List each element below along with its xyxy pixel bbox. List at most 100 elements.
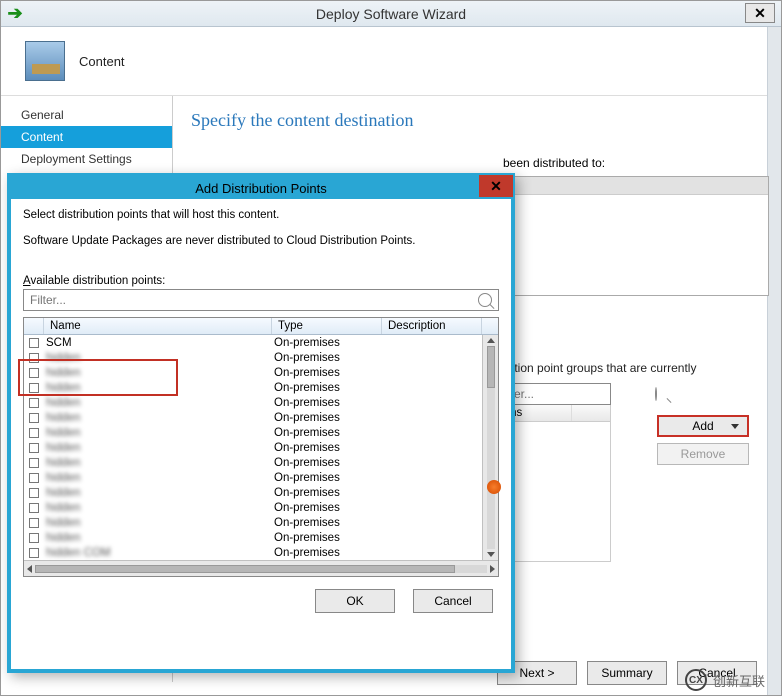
- scroll-down-icon[interactable]: [487, 552, 495, 557]
- dp-row-checkbox[interactable]: [24, 473, 44, 483]
- add-button[interactable]: Add: [657, 415, 749, 437]
- dp-row-name: hidden COM: [44, 547, 272, 559]
- dp-row[interactable]: hiddenOn-premises: [24, 470, 482, 485]
- dp-row-type: On-premises: [272, 352, 382, 364]
- dp-col-type[interactable]: Type: [272, 318, 382, 334]
- dp-row-type: On-premises: [272, 457, 382, 469]
- dp-row-name: hidden: [44, 457, 272, 469]
- dp-col-name[interactable]: Name: [44, 318, 272, 334]
- dp-row-type: On-premises: [272, 382, 382, 394]
- dp-row-type: On-premises: [272, 517, 382, 529]
- dialog-buttons: OK Cancel: [11, 577, 511, 625]
- summary-button[interactable]: Summary: [587, 661, 667, 685]
- remove-button: Remove: [657, 443, 749, 465]
- scroll-up-icon[interactable]: [487, 338, 495, 343]
- dp-row-checkbox[interactable]: [24, 398, 44, 408]
- title-bar: ➔ Deploy Software Wizard ✕: [1, 1, 781, 27]
- collections-hint: tribution point groups that are currentl…: [491, 361, 753, 375]
- dp-row-type: On-premises: [272, 547, 382, 559]
- dp-row-type: On-premises: [272, 412, 382, 424]
- hscroll-thumb[interactable]: [35, 565, 455, 573]
- watermark-logo-icon: CX: [685, 669, 707, 691]
- dp-row-name: hidden: [44, 487, 272, 499]
- dp-row-type: On-premises: [272, 367, 382, 379]
- dp-row[interactable]: hiddenOn-premises: [24, 485, 482, 500]
- dp-table: Name Type Description SCMOn-premiseshidd…: [23, 317, 499, 577]
- dp-row-type: On-premises: [272, 502, 382, 514]
- dp-row[interactable]: hiddenOn-premises: [24, 350, 482, 365]
- dp-filter[interactable]: [23, 289, 499, 311]
- dp-row[interactable]: hiddenOn-premises: [24, 425, 482, 440]
- dp-row-checkbox[interactable]: [24, 368, 44, 378]
- dp-row-type: On-premises: [272, 397, 382, 409]
- dp-row[interactable]: hiddenOn-premises: [24, 365, 482, 380]
- dp-row-checkbox[interactable]: [24, 413, 44, 423]
- dp-row-checkbox[interactable]: [24, 488, 44, 498]
- dp-table-header: Name Type Description: [24, 318, 498, 335]
- dp-filter-input[interactable]: [28, 292, 478, 308]
- dialog-instruction-2: Software Update Packages are never distr…: [23, 235, 499, 247]
- dp-row-checkbox[interactable]: [24, 383, 44, 393]
- available-dp-label: Available distribution points:: [23, 275, 499, 287]
- dp-row[interactable]: hiddenOn-premises: [24, 410, 482, 425]
- dp-col-desc[interactable]: Description: [382, 318, 482, 334]
- dp-row[interactable]: SCMOn-premises: [24, 335, 482, 350]
- scroll-left-icon[interactable]: [27, 565, 32, 573]
- search-icon[interactable]: [655, 387, 657, 401]
- wizard-step-label: Content: [79, 54, 125, 69]
- dialog-close-button[interactable]: ✕: [479, 175, 513, 197]
- remove-button-label: Remove: [681, 447, 726, 461]
- dialog-body: Select distribution points that will hos…: [11, 199, 511, 577]
- dp-row-type: On-premises: [272, 442, 382, 454]
- dp-row[interactable]: hiddenOn-premises: [24, 440, 482, 455]
- scroll-right-icon[interactable]: [490, 565, 495, 573]
- search-icon[interactable]: [478, 293, 492, 307]
- content-icon: [25, 41, 65, 81]
- dialog-cancel-button[interactable]: Cancel: [413, 589, 493, 613]
- distributed-hint: been distributed to:: [503, 156, 605, 170]
- deploy-software-wizard-window: ➔ Deploy Software Wizard ✕ Content Gener…: [0, 0, 782, 696]
- dp-row-type: On-premises: [272, 472, 382, 484]
- dialog-title: Add Distribution Points: [195, 181, 327, 196]
- dp-row-checkbox[interactable]: [24, 428, 44, 438]
- close-button[interactable]: ✕: [745, 3, 775, 23]
- dp-table-body: SCMOn-premiseshiddenOn-premiseshiddenOn-…: [24, 335, 498, 560]
- dp-row[interactable]: hidden COMOn-premises: [24, 545, 482, 560]
- dp-row-name: hidden: [44, 412, 272, 424]
- dp-row-name: hidden: [44, 532, 272, 544]
- sidebar-item-general[interactable]: General: [1, 104, 172, 126]
- dp-row[interactable]: hiddenOn-premises: [24, 500, 482, 515]
- ok-button[interactable]: OK: [315, 589, 395, 613]
- sidebar-item-content[interactable]: Content: [1, 126, 172, 148]
- collections-filter-input[interactable]: [496, 386, 655, 402]
- sidebar-item-deployment-settings[interactable]: Deployment Settings: [1, 148, 172, 170]
- dp-row-type: On-premises: [272, 532, 382, 544]
- dp-row-checkbox[interactable]: [24, 518, 44, 528]
- dp-row[interactable]: hiddenOn-premises: [24, 380, 482, 395]
- wizard-header: Content: [1, 27, 781, 96]
- dp-row-name: hidden: [44, 397, 272, 409]
- dp-row[interactable]: hiddenOn-premises: [24, 395, 482, 410]
- dp-row-name: hidden: [44, 427, 272, 439]
- dp-row-name: hidden: [44, 367, 272, 379]
- dp-row-checkbox[interactable]: [24, 503, 44, 513]
- dp-row-checkbox[interactable]: [24, 533, 44, 543]
- dp-row[interactable]: hiddenOn-premises: [24, 455, 482, 470]
- forward-arrow-icon[interactable]: ➔: [5, 4, 25, 24]
- dp-row-checkbox[interactable]: [24, 443, 44, 453]
- dp-row-checkbox[interactable]: [24, 458, 44, 468]
- dp-row-type: On-premises: [272, 337, 382, 349]
- dialog-instruction-1: Select distribution points that will hos…: [23, 209, 499, 221]
- dp-vertical-scrollbar[interactable]: [482, 335, 498, 560]
- dp-row-checkbox[interactable]: [24, 548, 44, 558]
- dp-row[interactable]: hiddenOn-premises: [24, 515, 482, 530]
- dp-row-type: On-premises: [272, 427, 382, 439]
- dp-row-checkbox[interactable]: [24, 338, 44, 348]
- dp-row[interactable]: hiddenOn-premises: [24, 530, 482, 545]
- dp-horizontal-scrollbar[interactable]: [24, 560, 498, 576]
- dp-row-checkbox[interactable]: [24, 353, 44, 363]
- scroll-thumb[interactable]: [487, 346, 495, 388]
- dp-row-name: hidden: [44, 382, 272, 394]
- warning-icon: [487, 480, 501, 494]
- dp-row-name: hidden: [44, 442, 272, 454]
